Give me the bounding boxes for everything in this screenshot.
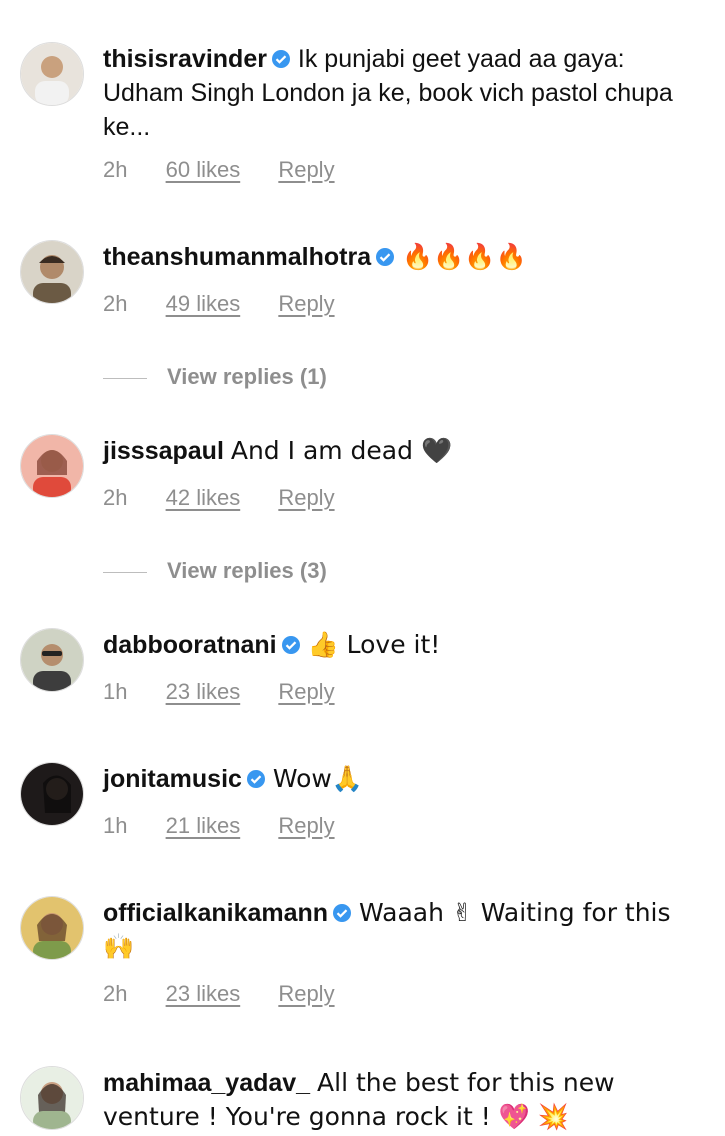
avatar[interactable] (20, 628, 84, 692)
avatar[interactable] (20, 434, 84, 498)
comment-time: 2h (103, 981, 128, 1006)
likes-link[interactable]: 42 likes (166, 485, 241, 510)
comment-time: 1h (103, 679, 128, 704)
avatar[interactable] (20, 762, 84, 826)
likes-link[interactable]: 23 likes (166, 981, 241, 1006)
comment-time: 1h (103, 813, 128, 838)
avatar[interactable] (20, 42, 84, 106)
verified-badge-icon (376, 248, 395, 266)
username[interactable]: jonitamusic (103, 765, 242, 793)
verified-badge-icon (333, 904, 352, 922)
comment-text: And I am dead 🖤 (230, 436, 453, 465)
reply-button[interactable]: Reply (278, 485, 334, 510)
likes-link[interactable]: 60 likes (166, 157, 241, 182)
reply-button[interactable]: Reply (278, 679, 334, 704)
avatar[interactable] (20, 896, 84, 960)
likes-link[interactable]: 21 likes (166, 813, 241, 838)
divider-line (103, 571, 147, 573)
divider-line (103, 377, 147, 379)
avatar[interactable] (20, 1066, 84, 1130)
username[interactable]: officialkanikamann (103, 899, 328, 927)
comment-time: 2h (103, 291, 128, 316)
comment-time: 2h (103, 485, 128, 510)
avatar[interactable] (20, 240, 84, 304)
reply-button[interactable]: Reply (278, 157, 334, 182)
likes-link[interactable]: 23 likes (166, 679, 241, 704)
username[interactable]: jisssapaul (103, 437, 224, 465)
comment-text: 🔥🔥🔥🔥 (402, 242, 527, 271)
comment-time: 2h (103, 157, 128, 182)
reply-button[interactable]: Reply (278, 813, 334, 838)
username[interactable]: mahimaa_yadav_ (103, 1069, 310, 1097)
view-replies-button[interactable]: View replies (3) (103, 558, 327, 584)
verified-badge-icon (281, 636, 300, 654)
username[interactable]: theanshumanmalhotra (103, 243, 371, 271)
verified-badge-icon (271, 50, 290, 68)
reply-button[interactable]: Reply (278, 291, 334, 316)
reply-button[interactable]: Reply (278, 981, 334, 1006)
username[interactable]: thisisravinder (103, 45, 267, 73)
view-replies-button[interactable]: View replies (1) (103, 364, 327, 390)
username[interactable]: dabbooratnani (103, 631, 277, 659)
comment-text: Wow🙏 (272, 764, 363, 793)
verified-badge-icon (246, 770, 265, 788)
likes-link[interactable]: 49 likes (166, 291, 241, 316)
comment-text: 👍 Love it! (307, 630, 441, 659)
